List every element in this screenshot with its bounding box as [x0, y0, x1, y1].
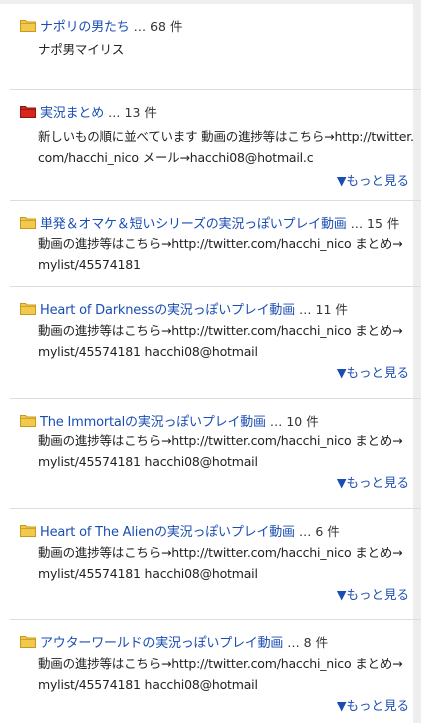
- list-item: Heart of Darknessの実況っぽいプレイ動画 … 11 件 動画の進…: [10, 287, 421, 399]
- mylist-title-link[interactable]: アウターワールドの実況っぽいプレイ動画: [40, 632, 283, 651]
- folder-yellow-icon: [20, 635, 36, 648]
- mylist-title-link[interactable]: 単発＆オマケ＆短いシリーズの実況っぽいプレイ動画: [40, 213, 347, 232]
- list-item: 単発＆オマケ＆短いシリーズの実況っぽいプレイ動画 … 15 件 動画の進捗等はこ…: [10, 201, 421, 287]
- folder-red-icon: [20, 105, 36, 118]
- item-description: 動画の進捗等はこちら→http://twitter.com/hacchi_nic…: [38, 236, 403, 272]
- item-header: Heart of The Alienの実況っぽいプレイ動画 … 6 件: [20, 520, 340, 540]
- item-description: ナポ男マイリス: [38, 42, 125, 57]
- list-item: The Immortalの実況っぽいプレイ動画 … 10 件 動画の進捗等はこち…: [10, 399, 421, 509]
- item-description: 動画の進捗等はこちら→http://twitter.com/hacchi_nic…: [38, 323, 403, 359]
- item-count: … 8 件: [287, 634, 329, 650]
- more-link[interactable]: ▼もっと見る: [337, 362, 409, 381]
- item-description: 動画の進捗等はこちら→http://twitter.com/hacchi_nic…: [38, 433, 403, 469]
- item-count: … 10 件: [269, 413, 319, 429]
- mylist-title-link[interactable]: ナポリの男たち: [40, 16, 130, 35]
- mylist-title-link[interactable]: 実況まとめ: [40, 102, 104, 121]
- list-item: アウターワールドの実況っぽいプレイ動画 … 8 件 動画の進捗等はこちら→htt…: [10, 620, 421, 716]
- item-count: … 15 件: [350, 215, 400, 231]
- item-count: … 13 件: [108, 104, 157, 120]
- item-count: … 68 件: [133, 18, 183, 34]
- item-header: 単発＆オマケ＆短いシリーズの実況っぽいプレイ動画 … 15 件: [20, 212, 399, 232]
- folder-yellow-icon: [20, 302, 36, 315]
- list-item: 実況まとめ … 13 件 新しいもの順に並べています 動画の進捗等はこちら→ht…: [10, 90, 421, 201]
- mylist-title-link[interactable]: The Immortalの実況っぽいプレイ動画: [40, 411, 266, 430]
- item-description: 新しいもの順に並べています 動画の進捗等はこちら→http://twitter.…: [38, 129, 414, 165]
- item-header: The Immortalの実況っぽいプレイ動画 … 10 件: [20, 410, 319, 430]
- more-link[interactable]: ▼もっと見る: [337, 584, 409, 603]
- mylist-page: ナポリの男たち … 68 件 ナポ男マイリス 実況まとめ … 13 件 新しいも…: [0, 0, 421, 723]
- item-description: 動画の進捗等はこちら→http://twitter.com/hacchi_nic…: [38, 545, 403, 581]
- item-count: … 11 件: [299, 301, 348, 317]
- more-link[interactable]: ▼もっと見る: [337, 170, 409, 189]
- item-header: Heart of Darknessの実況っぽいプレイ動画 … 11 件: [20, 298, 348, 318]
- item-description: 動画の進捗等はこちら→http://twitter.com/hacchi_nic…: [38, 656, 403, 692]
- list-item: ナポリの男たち … 68 件 ナポ男マイリス: [10, 4, 421, 90]
- list-item: Heart of The Alienの実況っぽいプレイ動画 … 6 件 動画の進…: [10, 509, 421, 620]
- item-header: 実況まとめ … 13 件: [20, 101, 157, 121]
- mylist-list: ナポリの男たち … 68 件 ナポ男マイリス 実況まとめ … 13 件 新しいも…: [10, 4, 421, 716]
- folder-yellow-icon: [20, 414, 36, 427]
- mylist-title-link[interactable]: Heart of Darknessの実況っぽいプレイ動画: [40, 299, 295, 318]
- item-count: … 6 件: [298, 523, 340, 539]
- item-header: ナポリの男たち … 68 件: [20, 15, 182, 35]
- folder-yellow-icon: [20, 524, 36, 537]
- item-header: アウターワールドの実況っぽいプレイ動画 … 8 件: [20, 631, 328, 651]
- folder-yellow-icon: [20, 216, 36, 229]
- more-link[interactable]: ▼もっと見る: [337, 472, 409, 491]
- mylist-title-link[interactable]: Heart of The Alienの実況っぽいプレイ動画: [40, 521, 295, 540]
- folder-yellow-icon: [20, 19, 36, 32]
- more-link[interactable]: ▼もっと見る: [337, 695, 409, 714]
